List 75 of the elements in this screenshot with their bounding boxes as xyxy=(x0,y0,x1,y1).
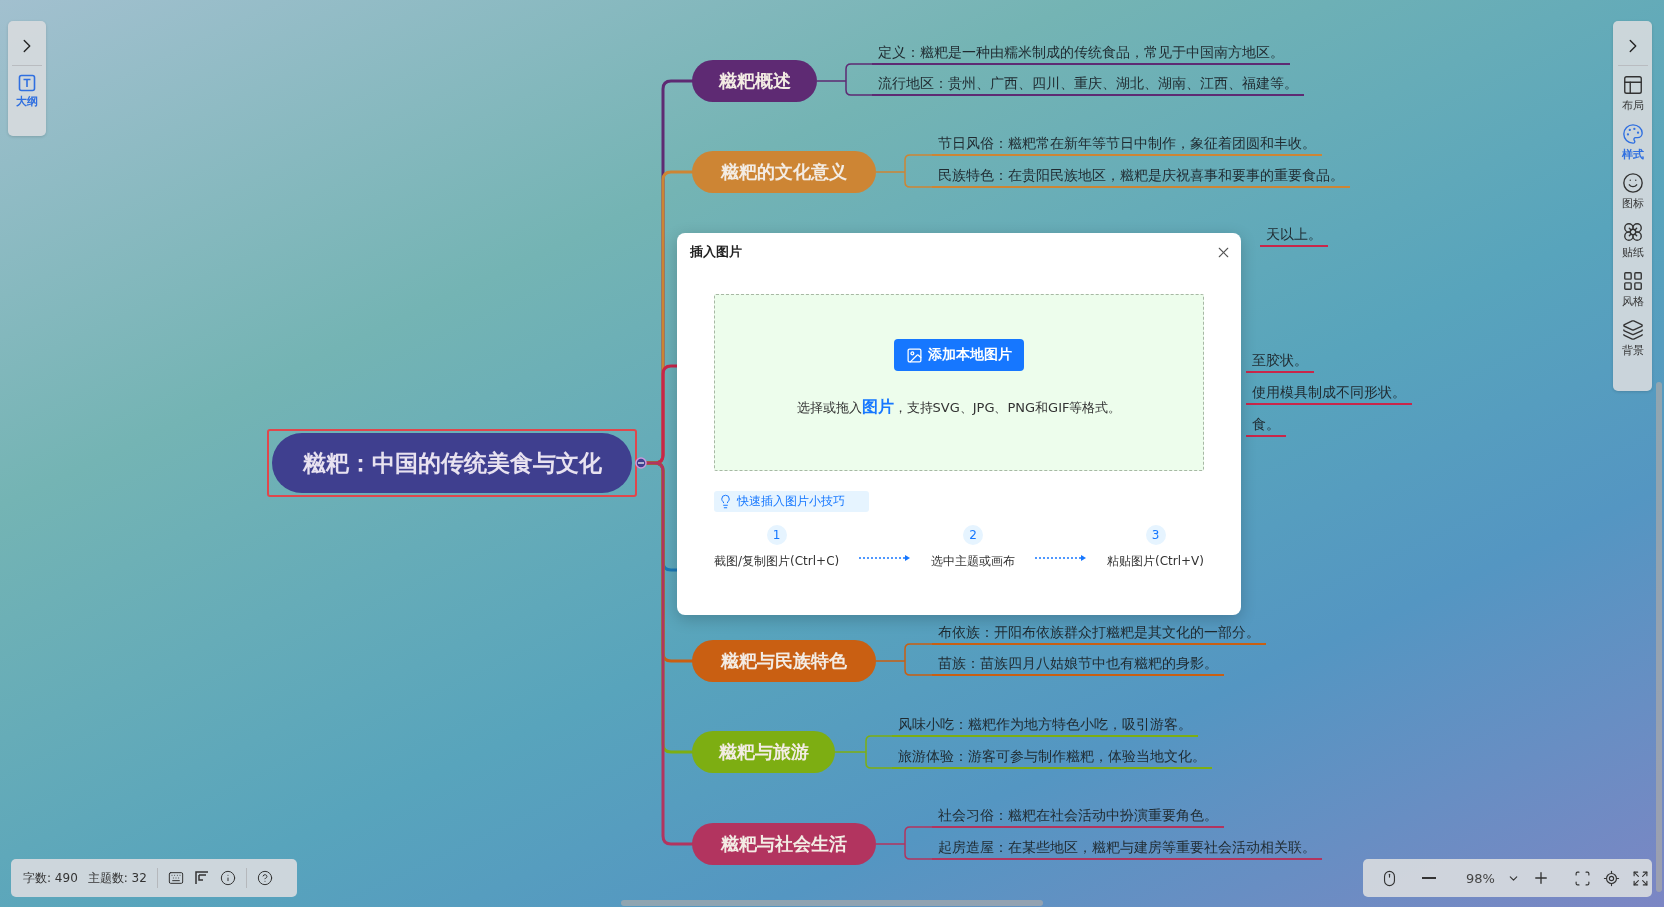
leaf-topic[interactable]: 社会习俗：糍粑在社会活动中扮演重要角色。 xyxy=(932,805,1224,828)
mouse-icon xyxy=(1381,869,1398,887)
grid-icon xyxy=(1621,270,1644,292)
step-number: 1 xyxy=(766,525,787,545)
leaf-topic[interactable]: 天以上。 xyxy=(1260,224,1328,247)
tool-button[interactable]: 贴纸 xyxy=(1621,219,1644,262)
bracket-line xyxy=(875,826,933,860)
tool-button[interactable]: 样式 xyxy=(1621,121,1644,164)
text-box-icon xyxy=(18,74,36,92)
structure-icon xyxy=(193,870,210,886)
keyboard-icon xyxy=(167,870,184,886)
lightbulb-icon xyxy=(718,494,733,509)
flower-icon xyxy=(1621,221,1644,243)
step-number: 2 xyxy=(963,525,984,545)
word-count: 字数: 490 xyxy=(23,869,78,887)
collapse-icon[interactable] xyxy=(634,456,648,470)
dialog-title: 插入图片 xyxy=(690,243,742,261)
leaf-topic[interactable]: 流行地区：贵州、广西、四川、重庆、湖北、湖南、江西、福建等。 xyxy=(872,73,1304,96)
tool-button[interactable]: 图标 xyxy=(1621,170,1644,213)
center-button[interactable] xyxy=(1602,869,1620,887)
leaf-topic[interactable]: 风味小吃：糍粑作为地方特色小吃，吸引游客。 xyxy=(892,714,1198,737)
bracket-line xyxy=(875,643,933,676)
leaf-topic[interactable]: 苗族：苗族四月八姑娘节中也有糍粑的身影。 xyxy=(932,653,1224,676)
tips-link[interactable]: 快速插入图片小技巧 xyxy=(714,491,869,512)
leaf-topic[interactable]: 使用模具制成不同形状。 xyxy=(1246,382,1412,405)
leaf-topic[interactable]: 起房造屋：在某些地区，糍粑与建房等重要社会活动相关联。 xyxy=(932,837,1322,860)
fit-icon xyxy=(1573,869,1591,887)
smiley-icon xyxy=(1621,172,1644,194)
leaf-topic[interactable]: 至胶状。 xyxy=(1246,350,1314,373)
step-number: 3 xyxy=(1145,525,1166,545)
fullscreen-icon xyxy=(1631,869,1649,887)
dotted-arrow xyxy=(859,554,912,562)
drop-zone[interactable]: 添加本地图片 选择或拖入图片，支持SVG、JPG、PNG和GIF等格式。 xyxy=(714,294,1204,471)
layout-icon xyxy=(1621,74,1644,96)
tool-button[interactable]: 布局 xyxy=(1621,72,1644,115)
keyboard-button[interactable] xyxy=(167,870,184,886)
mouse-button[interactable] xyxy=(1381,869,1398,887)
bracket-line xyxy=(816,63,873,96)
fit-button[interactable] xyxy=(1573,869,1591,887)
info-icon xyxy=(219,870,236,886)
upload-hint: 选择或拖入图片，支持SVG、JPG、PNG和GIF等格式。 xyxy=(796,397,1122,418)
leaf-topic[interactable]: 民族特色：在贵阳民族地区，糍粑是庆祝喜事和要事的重要食品。 xyxy=(932,165,1350,188)
bracket-line xyxy=(875,154,933,188)
leaf-topic[interactable]: 节日风俗：糍粑常在新年等节日中制作，象征着团圆和丰收。 xyxy=(932,133,1322,156)
leaf-topic[interactable]: 食。 xyxy=(1246,414,1286,437)
vertical-scrollbar[interactable] xyxy=(1656,382,1662,892)
leaf-topic[interactable]: 布依族：开阳布依族群众打糍粑是其文化的一部分。 xyxy=(932,622,1266,645)
locate-icon xyxy=(1602,869,1620,887)
branch-topic[interactable]: 糍粑与民族特色 xyxy=(692,640,876,682)
zoom-value: 98% xyxy=(1466,870,1495,886)
image-icon xyxy=(906,346,923,364)
tool-button[interactable]: 背景 xyxy=(1621,317,1644,360)
dotted-arrow xyxy=(1035,554,1088,562)
horizontal-scrollbar[interactable] xyxy=(621,900,1043,906)
upload-button[interactable]: 添加本地图片 xyxy=(894,339,1024,371)
root-topic[interactable]: 糍粑：中国的传统美食与文化 xyxy=(272,433,632,493)
fullscreen-button[interactable] xyxy=(1631,869,1649,887)
leaf-topic[interactable]: 定义：糍粑是一种由糯米制成的传统食品，常见于中国南方地区。 xyxy=(872,42,1290,65)
structure-button[interactable] xyxy=(193,870,210,886)
info-button[interactable] xyxy=(219,870,236,886)
outline-button[interactable]: 大纲 xyxy=(16,72,38,111)
minus-icon xyxy=(1422,877,1436,879)
step-label: 选中主题或画布 xyxy=(931,553,1016,570)
branch-topic[interactable]: 糍粑与社会生活 xyxy=(692,823,876,865)
topic-count: 主题数: 32 xyxy=(87,869,147,887)
branch-topic[interactable]: 糍粑概述 xyxy=(692,60,817,102)
help-icon xyxy=(256,870,273,886)
step-label: 截图/复制图片(Ctrl+C) xyxy=(714,553,840,570)
step-label: 粘贴图片(Ctrl+V) xyxy=(1107,553,1204,570)
leaf-topic[interactable]: 旅游体验：游客可参与制作糍粑，体验当地文化。 xyxy=(892,746,1212,769)
palette-icon xyxy=(1621,123,1644,145)
layers-icon xyxy=(1621,319,1644,341)
tool-button[interactable]: 风格 xyxy=(1621,268,1644,311)
help-button[interactable] xyxy=(256,870,273,886)
bracket-line xyxy=(834,735,893,769)
